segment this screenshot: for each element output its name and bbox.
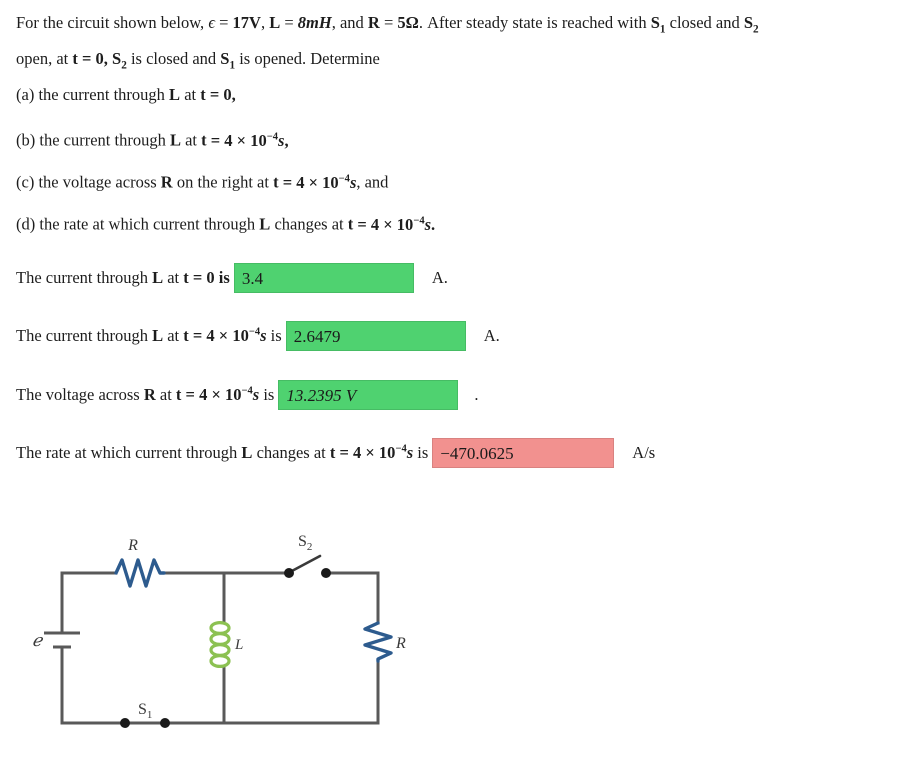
inductance-value: 8mH [297, 13, 332, 32]
circuit-diagram: ℯ R L S2 R S1 [20, 528, 420, 758]
answer-row-1: The current through L at t = 0 is 3.4 A. [16, 263, 448, 293]
inductor-symbol [209, 620, 231, 668]
switch-s1-ref: S1 [650, 13, 666, 36]
resistor-top-label: R [127, 537, 138, 554]
emf-value: 17V [232, 13, 261, 32]
answer-label-1: The current through L at t = 0 is [16, 268, 230, 287]
answer-unit-4: A/s [632, 443, 656, 462]
problem-statement: For the circuit shown below, ϵ = 17V, L … [16, 8, 894, 81]
inductor-label: L [234, 637, 243, 653]
answer-row-4: The rate at which current through L chan… [16, 438, 655, 468]
switch-s2-node-left [284, 568, 294, 578]
resistor-right-label: R [395, 635, 406, 652]
question-d-label: (d) [16, 214, 36, 234]
answer-field-2[interactable]: 2.6479 [285, 321, 466, 351]
answer-field-3[interactable]: 13.2395 V [278, 380, 459, 410]
problem-line-2: open, at t = 0, S2 is closed and S1 is o… [16, 49, 380, 72]
switch-s2-ref-2: S2 [112, 49, 127, 72]
question-a-label: (a) [16, 85, 35, 104]
answer-label-3: The voltage across R at t = 4 × 10−4s is [16, 385, 275, 404]
inductance-symbol: L [269, 13, 281, 32]
answer-row-3: The voltage across R at t = 4 × 10−4s is… [16, 380, 478, 410]
problem-line-1: For the circuit shown below, ϵ = 17V, L … [16, 13, 759, 36]
switch-s1-ref-2: S1 [220, 49, 236, 72]
answer-unit-1: A. [431, 268, 448, 287]
answer-unit-3: . [474, 385, 479, 404]
emf-label: ℯ [32, 631, 44, 650]
resistance-value: 5Ω [397, 13, 419, 32]
resistor-top-symbol [114, 558, 166, 588]
switch-s2-label: S2 [298, 533, 312, 553]
answer-row-2: The current through L at t = 4 × 10−4s i… [16, 321, 500, 351]
switch-s1-node-left [120, 718, 130, 728]
question-c: (c) the voltage across R on the right at… [16, 172, 389, 192]
answer-label-4: The rate at which current through L chan… [16, 443, 429, 462]
emf-symbol: ϵ [208, 13, 215, 32]
resistor-right-symbol [363, 621, 393, 663]
question-a: (a) the current through L at t = 0, [16, 85, 236, 104]
switch-s2-ref: S2 [743, 13, 759, 36]
answer-field-4[interactable]: −470.0625 [432, 438, 615, 468]
switch-s1-node-right [160, 718, 170, 728]
switch-s2-node-right [321, 568, 331, 578]
switch-s2-symbol[interactable] [284, 554, 331, 578]
resistance-symbol: R [367, 13, 380, 32]
switch-s1-label: S1 [138, 701, 152, 721]
answer-label-2: The current through L at t = 4 × 10−4s i… [16, 326, 282, 345]
answer-field-1[interactable]: 3.4 [233, 263, 414, 293]
question-b-label: (b) [16, 130, 36, 150]
question-b: (b) the current through L at t = 4 × 10−… [16, 130, 289, 150]
question-c-label: (c) [16, 172, 35, 192]
answer-unit-2: A. [483, 326, 500, 345]
question-d: (d) the rate at which current through L … [16, 214, 436, 234]
battery-symbol [44, 631, 80, 649]
